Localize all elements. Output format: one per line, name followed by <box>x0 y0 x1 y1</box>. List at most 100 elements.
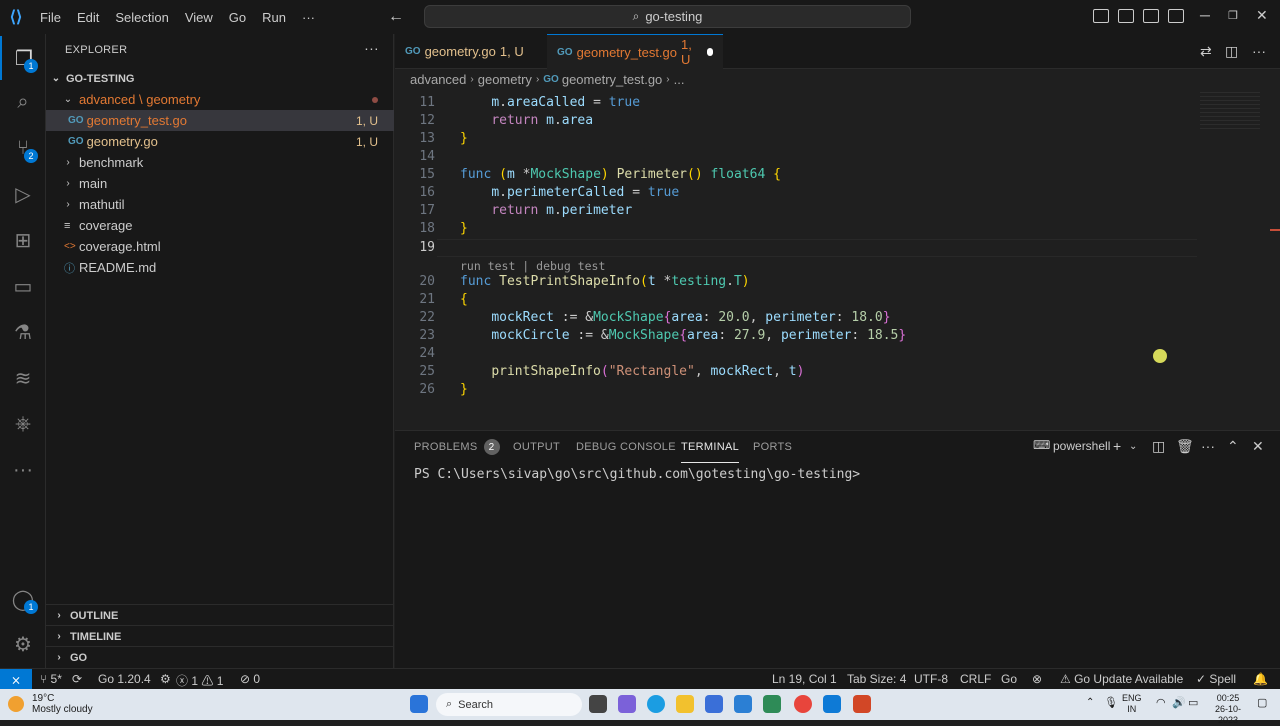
close-panel-icon[interactable]: ✕ <box>1252 438 1264 455</box>
back-arrow-icon[interactable]: ← <box>383 8 409 26</box>
toggle-panel-icon[interactable] <box>1118 9 1134 23</box>
chat-icon[interactable] <box>618 695 636 713</box>
language-indicator[interactable]: ENG IN <box>1122 693 1142 715</box>
battery-icon[interactable]: ▭ <box>1188 696 1198 709</box>
section-go[interactable]: › GO <box>46 646 394 668</box>
go-config-icon[interactable]: ⚙ <box>160 672 171 686</box>
breadcrumb-symbol[interactable]: ... <box>674 72 685 87</box>
restore-icon[interactable]: ❐ <box>1228 9 1238 22</box>
run-debug-icon[interactable]: ▷ <box>0 172 46 216</box>
menu-more[interactable]: ··· <box>294 10 323 25</box>
customize-layout-icon[interactable] <box>1168 9 1184 23</box>
weather-widget[interactable]: 19°C Mostly cloudy <box>8 693 93 715</box>
split-editor-icon[interactable]: ◫ <box>1225 43 1238 60</box>
store-icon[interactable] <box>705 695 723 713</box>
remote-indicator-icon[interactable]: ⨯ <box>0 669 32 690</box>
codelens-run-debug[interactable]: run test | debug test <box>460 259 605 273</box>
trash-icon[interactable]: 🗑 <box>1176 438 1194 455</box>
docker-icon[interactable]: ≋ <box>0 356 46 400</box>
code-editor[interactable]: 11 12 13 14 15 16 17 18 19 20 21 22 23 2… <box>395 89 1280 430</box>
file-coverage[interactable]: ≡ coverage <box>46 215 394 236</box>
file-geometry-test[interactable]: GO geometry_test.go 1, U <box>46 110 394 131</box>
breadcrumb-geometry[interactable]: geometry <box>478 72 532 87</box>
menu-selection[interactable]: Selection <box>107 10 176 25</box>
folder-benchmark[interactable]: › benchmark <box>46 152 394 173</box>
cursor-position[interactable]: Ln 19, Col 1 <box>772 672 837 686</box>
tray-chevron-icon[interactable]: ⌃ <box>1086 697 1094 708</box>
windows-start-icon[interactable] <box>410 695 428 713</box>
panel-tab-output[interactable]: OUTPUT <box>513 431 560 463</box>
close-window-icon[interactable]: ✕ <box>1256 7 1268 24</box>
tab-geometry[interactable]: GO geometry.go 1, U <box>395 34 545 69</box>
testing-icon[interactable]: ⚗ <box>0 310 46 354</box>
menu-file[interactable]: File <box>32 10 69 25</box>
language-mode[interactable]: Go <box>1001 672 1017 686</box>
excel-icon[interactable] <box>763 695 781 713</box>
powerpoint-icon[interactable] <box>853 695 871 713</box>
notifications-bell-icon[interactable]: 🔔 <box>1253 672 1268 686</box>
new-terminal-icon[interactable]: + <box>1113 438 1121 454</box>
sync-icon[interactable]: ⟳ <box>72 672 82 686</box>
mail-icon[interactable] <box>734 695 752 713</box>
go-version-status[interactable]: Go 1.20.4 <box>98 672 151 686</box>
explorer-more-icon[interactable]: ··· <box>364 40 379 56</box>
ports-status[interactable]: ⊘ 0 <box>240 672 260 686</box>
microphone-icon[interactable]: 🎙 <box>1104 696 1118 709</box>
menu-edit[interactable]: Edit <box>69 10 107 25</box>
clock[interactable]: 00:25 26-10-2023 <box>1205 693 1251 726</box>
section-outline[interactable]: › OUTLINE <box>46 604 394 626</box>
line-ending[interactable]: CRLF <box>960 672 991 686</box>
task-view-icon[interactable] <box>589 695 607 713</box>
unsaved-dot-icon[interactable] <box>707 48 713 56</box>
panel-tab-terminal[interactable]: TERMINAL <box>681 431 740 463</box>
source-control-icon[interactable]: ⑂ 2 <box>0 126 46 170</box>
file-coverage-html[interactable]: <> coverage.html <box>46 236 394 257</box>
more-views-icon[interactable]: ··· <box>0 448 46 492</box>
folder-main[interactable]: › main <box>46 173 394 194</box>
search-view-icon[interactable]: ⌕ <box>0 80 46 124</box>
maximize-panel-icon[interactable]: ⌃ <box>1227 438 1239 455</box>
menu-run[interactable]: Run <box>254 10 294 25</box>
notification-center-icon[interactable]: ▢ <box>1257 696 1267 709</box>
breadcrumb-file[interactable]: geometry_test.go <box>562 72 662 87</box>
file-explorer-icon[interactable] <box>676 695 694 713</box>
panel-tab-ports[interactable]: PORTS <box>753 431 792 463</box>
menu-go[interactable]: Go <box>221 10 254 25</box>
explorer-icon[interactable]: ❐ 1 <box>0 36 46 80</box>
extensions-icon[interactable]: ⊞ <box>0 218 46 262</box>
volume-icon[interactable]: 🔊 <box>1172 696 1186 709</box>
branch-status[interactable]: ⑂ 5* <box>40 672 62 686</box>
tab-geometry-test[interactable]: GO geometry_test.go 1, U <box>547 34 723 69</box>
chevron-down-icon[interactable]: ⌄ <box>1129 441 1137 452</box>
editor-more-icon[interactable]: ··· <box>1252 43 1266 59</box>
file-geometry[interactable]: GO geometry.go 1, U <box>46 131 394 152</box>
file-readme[interactable]: ⓘ README.md <box>46 257 394 278</box>
folder-advanced-geometry[interactable]: ⌄ advanced \ geometry <box>46 89 394 110</box>
panel-more-icon[interactable]: ··· <box>1201 438 1215 454</box>
taskbar-search[interactable]: ⌕ Search <box>436 693 582 716</box>
section-timeline[interactable]: › TIMELINE <box>46 625 394 647</box>
panel-tab-debug-console[interactable]: DEBUG CONSOLE <box>576 431 676 463</box>
command-center-search[interactable]: ⌕ go-testing <box>424 5 911 28</box>
copilot-icon[interactable]: ⊗ <box>1032 672 1042 686</box>
edge-icon[interactable] <box>647 695 665 713</box>
accounts-icon[interactable]: ◯ 1 <box>0 577 46 621</box>
folder-mathutil[interactable]: › mathutil <box>46 194 394 215</box>
kubernetes-icon[interactable]: ⎈ <box>0 402 46 446</box>
menu-view[interactable]: View <box>177 10 221 25</box>
breadcrumb-advanced[interactable]: advanced <box>410 72 466 87</box>
workspace-root[interactable]: ⌄ GO-TESTING <box>46 68 394 89</box>
vscode-taskbar-icon[interactable] <box>823 695 841 713</box>
terminal-shell-name[interactable]: powershell <box>1053 439 1110 453</box>
split-terminal-icon[interactable]: ◫ <box>1152 438 1165 455</box>
encoding[interactable]: UTF-8 <box>914 672 948 686</box>
settings-gear-icon[interactable]: ⚙ <box>0 622 46 666</box>
tab-size[interactable]: Tab Size: 4 <box>847 672 906 686</box>
open-changes-icon[interactable]: ⇄ <box>1200 43 1212 60</box>
spell-status[interactable]: ✓ Spell <box>1196 672 1236 686</box>
go-update-status[interactable]: ⚠ Go Update Available <box>1060 672 1183 686</box>
minimap[interactable] <box>1200 89 1260 129</box>
toggle-sidebar-icon[interactable] <box>1093 9 1109 23</box>
problems-status[interactable]: ⓧ 1 ⚠ 1 <box>176 672 223 689</box>
toggle-secondary-sidebar-icon[interactable] <box>1143 9 1159 23</box>
